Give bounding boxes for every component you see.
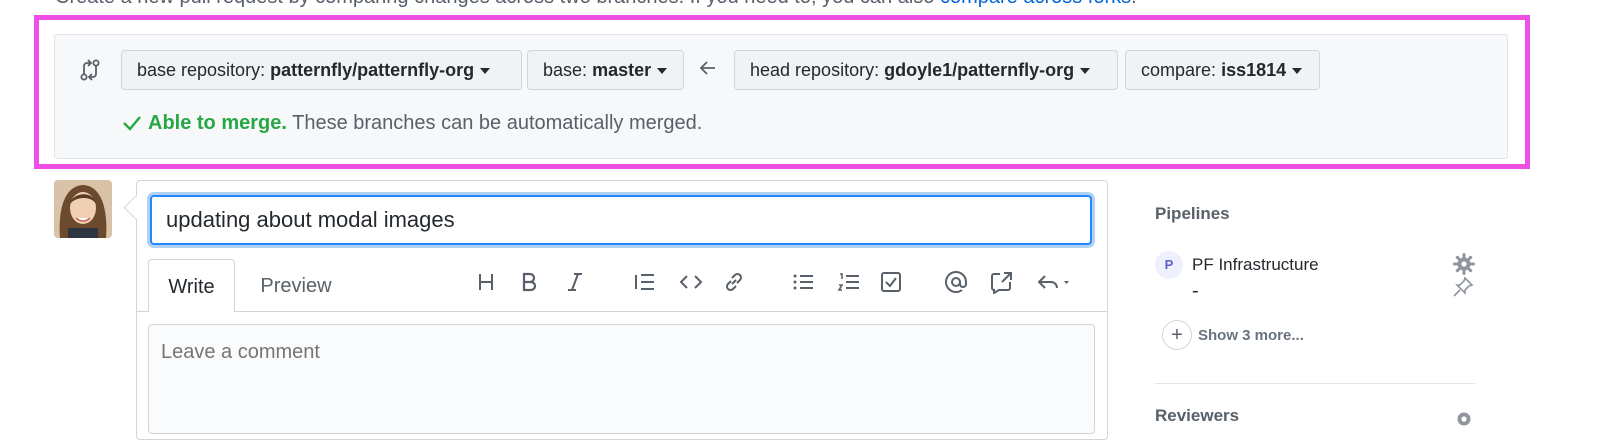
bold-icon[interactable] xyxy=(517,270,541,294)
tab-preview[interactable]: Preview xyxy=(245,259,347,312)
heading-icon[interactable] xyxy=(474,270,498,294)
pin-icon[interactable] xyxy=(1452,276,1474,298)
pipeline-name[interactable]: PF Infrastructure xyxy=(1192,255,1319,275)
reviewers-heading: Reviewers xyxy=(1155,406,1240,425)
gear-icon[interactable] xyxy=(1453,408,1475,430)
compare-forks-link[interactable]: compare across forks xyxy=(940,0,1131,8)
show-more-button[interactable]: + Show 3 more... xyxy=(1162,320,1304,352)
link-icon[interactable] xyxy=(722,270,746,294)
reply-icon[interactable] xyxy=(1036,270,1080,294)
intro-suffix: . xyxy=(1131,0,1137,8)
italic-icon[interactable] xyxy=(563,270,587,294)
code-icon[interactable] xyxy=(679,270,703,294)
sidebar-divider xyxy=(1155,383,1475,384)
avatar xyxy=(54,180,112,238)
pipeline-avatar: P xyxy=(1155,251,1183,279)
pull-request-title-input[interactable] xyxy=(150,195,1092,245)
pipelines-heading: Pipelines xyxy=(1155,204,1230,223)
numbered-list-icon[interactable] xyxy=(837,270,861,294)
gear-icon[interactable] xyxy=(1453,253,1475,275)
bulleted-list-icon[interactable] xyxy=(791,270,815,294)
cross-reference-icon[interactable] xyxy=(990,270,1014,295)
intro-text: Create a new pull request by comparing c… xyxy=(55,0,940,8)
compare-intro-text: Create a new pull request by comparing c… xyxy=(55,0,1137,9)
quote-icon[interactable] xyxy=(633,270,657,294)
tab-write[interactable]: Write xyxy=(148,259,235,312)
task-list-icon[interactable] xyxy=(879,270,903,294)
show-more-label: Show 3 more... xyxy=(1198,326,1304,344)
highlight-frame xyxy=(34,15,1530,169)
mention-icon[interactable] xyxy=(944,270,968,294)
plus-icon: + xyxy=(1162,320,1192,350)
comment-textarea[interactable] xyxy=(148,324,1095,434)
pipeline-value[interactable]: - xyxy=(1192,280,1199,303)
